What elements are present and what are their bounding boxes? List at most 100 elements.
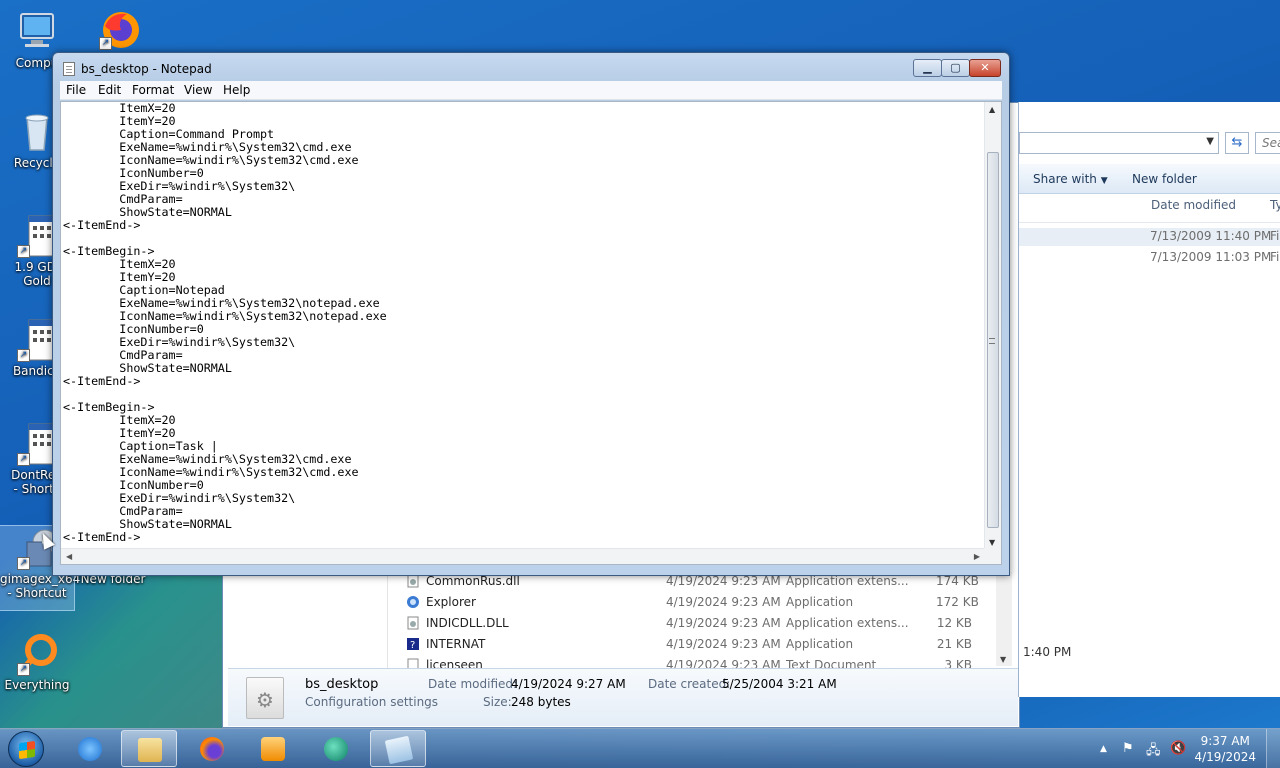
details-date-created: 5/25/2004 3:21 AM: [722, 677, 837, 691]
share-with-button[interactable]: Share with ▼: [1033, 172, 1108, 186]
window-title: bs_desktop - Notepad: [81, 62, 212, 76]
details-size: 248 bytes: [511, 695, 571, 709]
internet-explorer-icon: [78, 737, 102, 761]
scroll-up-icon[interactable]: ▲: [989, 105, 995, 114]
text-editor-area[interactable]: ItemX=20 ItemY=20 Caption=Command Prompt…: [60, 101, 1002, 565]
menu-bar: File Edit Format View Help: [60, 81, 1002, 100]
file-type: Application extens...: [786, 616, 909, 630]
clock-time: 9:37 AM: [1200, 734, 1250, 748]
file-date: 4/19/2024 9:23 AM: [666, 637, 781, 651]
table-row[interactable]: licenseen 4/19/2024 9:23 AM Text Documen…: [406, 656, 1002, 668]
close-icon: ✕: [980, 61, 990, 74]
desktop-icon-firefox[interactable]: ↗: [82, 6, 156, 52]
row-date-partial[interactable]: 1:40 PM: [1023, 645, 1071, 659]
file-list-scrollbar[interactable]: ▼: [996, 572, 1012, 666]
file-explorer-icon: [138, 738, 162, 762]
taskbar-notepad[interactable]: [370, 730, 426, 767]
size-grip[interactable]: [984, 548, 1001, 564]
menu-format[interactable]: Format: [132, 83, 174, 97]
file-date: 4/19/2024 9:23 AM: [666, 574, 781, 588]
file-type: Application: [786, 595, 854, 609]
windows-logo-icon: [19, 740, 35, 760]
taskbar-internet-explorer[interactable]: [62, 730, 118, 767]
media-player-icon: [261, 737, 285, 761]
file-size: 12 KB: [936, 616, 972, 630]
taskbar-firefox[interactable]: [184, 730, 240, 767]
scroll-down-icon[interactable]: ▼: [1000, 655, 1006, 664]
close-button[interactable]: ✕: [969, 59, 1001, 77]
svg-text:?: ?: [410, 640, 415, 651]
maximize-button[interactable]: ▢: [941, 59, 970, 77]
taskbar: ▲ ⚑ 🖧 🔇 9:37 AM 4/19/2024: [0, 728, 1280, 768]
show-hidden-icons-icon[interactable]: ▲: [1100, 744, 1107, 754]
firefox-icon: ↗: [97, 6, 141, 50]
details-date-created-label: Date created:: [648, 677, 731, 691]
menu-help[interactable]: Help: [223, 83, 250, 97]
table-row[interactable]: ? INTERNAT 4/19/2024 9:23 AM Application…: [406, 635, 1002, 655]
table-row[interactable]: Explorer 4/19/2024 9:23 AM Application 1…: [406, 593, 1002, 613]
file-name: Explorer: [426, 595, 476, 609]
menu-file[interactable]: File: [66, 83, 86, 97]
desktop-icon-label: gimagex_x64 - Shortcut: [0, 572, 81, 600]
help-app-icon: ?: [406, 637, 420, 651]
editor-text[interactable]: ItemX=20 ItemY=20 Caption=Command Prompt…: [63, 102, 983, 550]
notepad-window[interactable]: bs_desktop - Notepad ▁ ▢ ✕ File Edit For…: [52, 52, 1010, 576]
clock[interactable]: 9:37 AM 4/19/2024: [1194, 733, 1256, 765]
taskbar-browser[interactable]: [308, 730, 364, 767]
show-desktop-button[interactable]: [1266, 729, 1280, 768]
column-header-type[interactable]: Ty: [1270, 198, 1280, 212]
file-date: 4/19/2024 9:23 AM: [666, 616, 781, 630]
clock-date: 4/19/2024: [1194, 750, 1256, 764]
network-icon[interactable]: 🖧: [1146, 741, 1161, 763]
scroll-down-icon[interactable]: ▼: [989, 538, 995, 547]
row-type[interactable]: Fi: [1270, 229, 1279, 243]
row-date[interactable]: 7/13/2009 11:40 PM: [1150, 229, 1271, 243]
scroll-right-icon[interactable]: ▶: [974, 552, 980, 561]
refresh-icon[interactable]: ⇆: [1225, 132, 1249, 154]
vertical-scrollbar[interactable]: ▲ ▼: [984, 102, 1001, 550]
everything-search-icon: ↗: [15, 632, 59, 676]
start-button[interactable]: [8, 731, 44, 767]
details-date-modified-label: Date modified:: [428, 677, 518, 691]
notepad-icon: [384, 735, 414, 765]
explorer-toolbar: Share with ▼ New folder: [1019, 164, 1280, 194]
row-date[interactable]: 7/13/2009 11:03 PM: [1150, 250, 1271, 264]
menu-edit[interactable]: Edit: [98, 83, 121, 97]
address-bar[interactable]: ▼: [1019, 132, 1219, 154]
minimize-icon: ▁: [923, 61, 932, 74]
details-size-label: Size:: [483, 695, 512, 709]
horizontal-scrollbar[interactable]: ◀ ▶: [61, 548, 985, 564]
row-type[interactable]: Fi: [1270, 250, 1279, 264]
taskbar-file-explorer[interactable]: [121, 730, 177, 767]
desktop-icon-everything[interactable]: ↗ Everything: [0, 632, 74, 692]
explorer-window-right-section: ▼ ⇆ Sea Share with ▼ New folder Date mod…: [1018, 102, 1280, 697]
computer-icon: [15, 10, 59, 54]
file-size: 3 KB: [944, 658, 972, 668]
shortcut-arrow-icon: ↗: [17, 245, 30, 258]
file-date: 4/19/2024 9:23 AM: [666, 595, 781, 609]
scroll-left-icon[interactable]: ◀: [66, 552, 72, 561]
file-date: 4/19/2024 9:23 AM: [666, 658, 781, 668]
column-header-date-modified[interactable]: Date modified: [1151, 198, 1236, 212]
table-row[interactable]: INDICDLL.DLL 4/19/2024 9:23 AM Applicati…: [406, 614, 1002, 634]
dll-icon: [406, 616, 420, 630]
file-name: INDICDLL.DLL: [426, 616, 509, 630]
search-input[interactable]: Sea: [1255, 132, 1280, 154]
file-size: 174 KB: [936, 574, 979, 588]
shortcut-arrow-icon: ↗: [17, 557, 30, 570]
new-folder-button[interactable]: New folder: [1132, 172, 1197, 186]
taskbar-media-player[interactable]: [245, 730, 301, 767]
shortcut-arrow-icon: ↗: [99, 37, 112, 50]
navigation-pane[interactable]: [228, 572, 388, 668]
notepad-icon: [63, 62, 75, 76]
chevron-down-icon[interactable]: ▼: [1206, 136, 1214, 147]
menu-view[interactable]: View: [184, 83, 212, 97]
file-name: INTERNAT: [426, 637, 486, 651]
config-file-icon: [246, 677, 284, 719]
window-controls: ▁ ▢ ✕: [913, 59, 1001, 77]
volume-muted-icon[interactable]: 🔇: [1170, 741, 1186, 756]
maximize-icon: ▢: [950, 61, 961, 74]
action-center-flag-icon[interactable]: ⚑: [1122, 741, 1134, 756]
shortcut-arrow-icon: ↗: [17, 663, 30, 676]
minimize-button[interactable]: ▁: [913, 59, 942, 77]
